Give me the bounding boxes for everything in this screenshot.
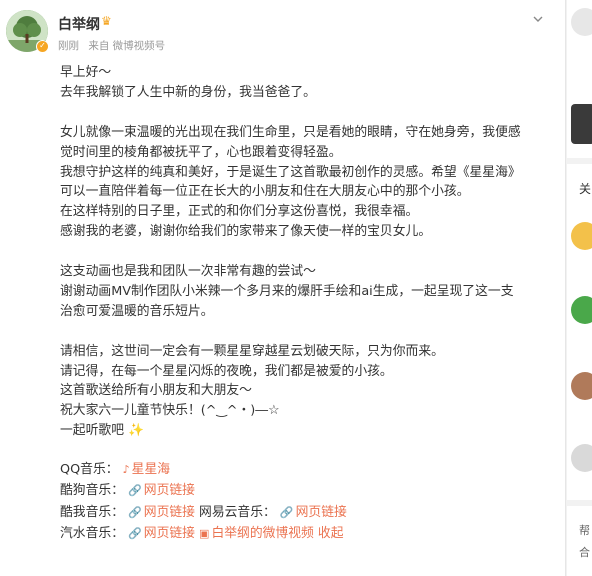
netease-web-link[interactable]: 🔗 网页链接 <box>280 505 347 520</box>
qishui-web-link[interactable]: 🔗 网页链接 <box>128 526 195 541</box>
sidebar-text-fragment[interactable]: 帮 <box>579 522 590 538</box>
post-time[interactable]: 刚刚 <box>58 40 79 52</box>
post-line: 这支动画也是我和团队一次非常有趣的尝试～ <box>60 264 316 280</box>
kugou-music-row: 酷狗音乐： 🔗 网页链接 <box>60 480 560 501</box>
weibo-page: ✓ 白举纲 ♛ 刚刚 来自 微博视频号 早上好～ 去年我解锁了人生中新的身份，我… <box>0 0 592 576</box>
netease-music-label: 网易云音乐： <box>199 504 276 520</box>
sidebar-avatar[interactable] <box>571 8 592 36</box>
post-line: 谢谢动画MV制作团队小米辣一个多月来的爆肝手绘和ai生成，一起呈现了这一支 <box>60 283 514 299</box>
post-line: 女儿就像一束温暖的光出现在我们生命里，只是看她的眼睛，守在她身旁，我便感 <box>60 124 521 140</box>
post-line: 可以一直陪伴着每一位正在长大的小朋友和住在大朋友心中的那个小孩。 <box>60 184 470 200</box>
kuwo-music-label: 酷我音乐： <box>60 504 124 520</box>
post-line: 早上好～ <box>60 65 112 80</box>
post-meta: 刚刚 来自 微博视频号 <box>58 38 171 53</box>
sidebar-avatar[interactable] <box>571 296 592 324</box>
post-line: 觉时间里的棱角都被抚平了，心也跟着变得轻盈。 <box>60 144 342 160</box>
post-body: 早上好～ 去年我解锁了人生中新的身份，我当爸爸了。 女儿就像一束温暖的光出现在我… <box>60 63 560 544</box>
link-icon: 🔗 <box>128 484 142 498</box>
video-icon: ▣ <box>199 526 210 540</box>
post-line: 祝大家六一儿童节快乐！(^‿^・)―☆ <box>60 403 280 419</box>
sidebar-thumbnail[interactable] <box>571 104 592 144</box>
post-line: 去年我解锁了人生中新的身份，我当爸爸了。 <box>60 84 316 100</box>
post-card: ✓ 白举纲 ♛ 刚刚 来自 微博视频号 早上好～ 去年我解锁了人生中新的身份，我… <box>0 0 566 576</box>
post-source: 来自 微博视频号 <box>88 40 166 52</box>
kugou-link-text: 网页链接 <box>143 483 195 499</box>
sidebar-avatar[interactable] <box>571 372 592 400</box>
sidebar-divider <box>567 500 592 506</box>
post-line: 这首歌送给所有小朋友和大朋友～ <box>60 383 252 399</box>
post-line: 我想守护这样的纯真和美好，于是诞生了这首歌最初创作的灵感。希望《星星海》 <box>60 164 521 180</box>
video-link-text: 白举纲的微博视频 <box>211 525 314 541</box>
music-note-icon: ♪ <box>122 463 130 477</box>
sidebar-heading-fragment: 关 <box>579 182 592 196</box>
post-line: 一起听歌吧 ✨ <box>60 423 144 439</box>
vip-crown-icon: ♛ <box>101 14 112 28</box>
netease-link-text: 网页链接 <box>295 504 347 520</box>
kuwo-netease-row: 酷我音乐： 🔗 网页链接 网易云音乐： 🔗 网页链接 <box>60 502 560 523</box>
sidebar-avatar[interactable] <box>571 444 592 472</box>
qq-music-link[interactable]: ♪ 星星海 <box>123 462 170 477</box>
weibo-video-link[interactable]: ▣ 白举纲的微博视频 <box>199 526 314 541</box>
music-links: QQ音乐： ♪ 星星海 酷狗音乐： 🔗 网页链接 酷我音乐： 🔗 网页链接 网易云音乐… <box>60 459 560 544</box>
post-line: 感谢我的老婆，谢谢你给我们的家带来了像天使一样的宝贝女儿。 <box>60 224 432 240</box>
kugou-music-label: 酷狗音乐： <box>60 483 124 499</box>
right-sidebar: 关 帮 合 <box>567 0 592 576</box>
link-icon: 🔗 <box>279 505 294 519</box>
kuwo-link-text: 网页链接 <box>143 504 195 520</box>
post-line: 治愈可爱温暖的音乐短片。 <box>60 303 214 319</box>
post-line: 请相信，这世间一定会有一颗星星穿越星云划破天际，只为你而来。 <box>60 343 444 359</box>
qq-music-row: QQ音乐： ♪ 星星海 <box>60 459 560 480</box>
chevron-down-icon[interactable] <box>531 12 545 26</box>
sidebar-avatar[interactable] <box>571 222 592 250</box>
qishui-link-text: 网页链接 <box>143 525 195 541</box>
sidebar-text-fragment[interactable]: 合 <box>579 544 590 560</box>
qishui-music-row: 汽水音乐： 🔗 网页链接 ▣ 白举纲的微博视频 收起 <box>60 523 560 544</box>
post-line: 在这样特别的日子里，正式的和你们分享这份喜悦，我很幸福。 <box>60 204 419 220</box>
sidebar-divider <box>567 158 592 164</box>
verified-badge-icon: ✓ <box>36 40 49 53</box>
link-icon: 🔗 <box>128 505 142 519</box>
author-name[interactable]: 白举纲 <box>58 14 100 34</box>
collapse-button[interactable]: 收起 <box>318 526 344 541</box>
qq-music-link-text: 星星海 <box>131 462 171 478</box>
kuwo-web-link[interactable]: 🔗 网页链接 <box>128 505 195 520</box>
qq-music-label: QQ音乐： <box>60 462 119 478</box>
link-icon: 🔗 <box>128 526 142 540</box>
qishui-music-label: 汽水音乐： <box>60 525 124 541</box>
post-line: 请记得，在每一个星星闪烁的夜晚，我们都是被爱的小孩。 <box>60 363 393 379</box>
kugou-web-link[interactable]: 🔗 网页链接 <box>128 483 195 498</box>
